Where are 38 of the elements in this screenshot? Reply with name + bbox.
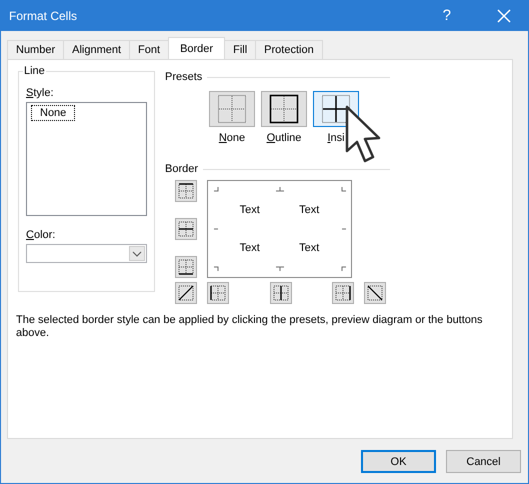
border-preview[interactable]: Text Text Text Text (207, 180, 352, 278)
diagonal-up-border-button[interactable] (175, 282, 197, 304)
preview-text: Text (299, 204, 320, 216)
center-border-button[interactable] (270, 282, 292, 304)
tab[interactable]: Border (168, 37, 226, 59)
right-border-button[interactable] (332, 282, 354, 304)
top-border-button[interactable] (175, 180, 197, 202)
preview-text: Text (299, 242, 320, 254)
none-border-icon (217, 94, 247, 124)
preset-button[interactable] (261, 91, 307, 127)
section-title: Presets (165, 71, 202, 83)
description-text: The selected border style can be applied by clicking the presets, preview diagram or the buttons above. (16, 314, 484, 340)
preset-label: Insi (327, 132, 345, 144)
color-dropdown[interactable] (26, 244, 147, 263)
chevron-down-icon (132, 250, 142, 256)
preview-text: Text (240, 242, 260, 254)
style-list[interactable]: None (26, 102, 147, 216)
bottom-border-button[interactable] (175, 256, 197, 278)
group-title: Line (23, 65, 46, 77)
color-label: Color: (26, 229, 56, 241)
style-item[interactable]: None (31, 105, 76, 121)
tab[interactable]: Protection (255, 40, 323, 59)
diagonal-down-border-button[interactable] (364, 282, 386, 304)
preview-text: Text (240, 204, 260, 216)
window-title: Format Cells (9, 8, 78, 22)
outline-border-icon (269, 94, 299, 124)
left-border-button[interactable] (207, 282, 229, 304)
cancel-button[interactable]: Cancel (446, 450, 521, 473)
style-label: Style: (26, 87, 55, 99)
inside-border-icon (321, 94, 351, 124)
preset-label: None (218, 132, 246, 144)
help-button[interactable]: ? (442, 7, 451, 24)
tab[interactable]: Number (7, 40, 64, 59)
ok-button[interactable]: OK (361, 450, 436, 473)
section-title: Border (165, 163, 198, 175)
preset-label: Outline (266, 132, 302, 144)
close-icon[interactable] (497, 8, 511, 22)
middle-border-button[interactable] (175, 218, 197, 240)
